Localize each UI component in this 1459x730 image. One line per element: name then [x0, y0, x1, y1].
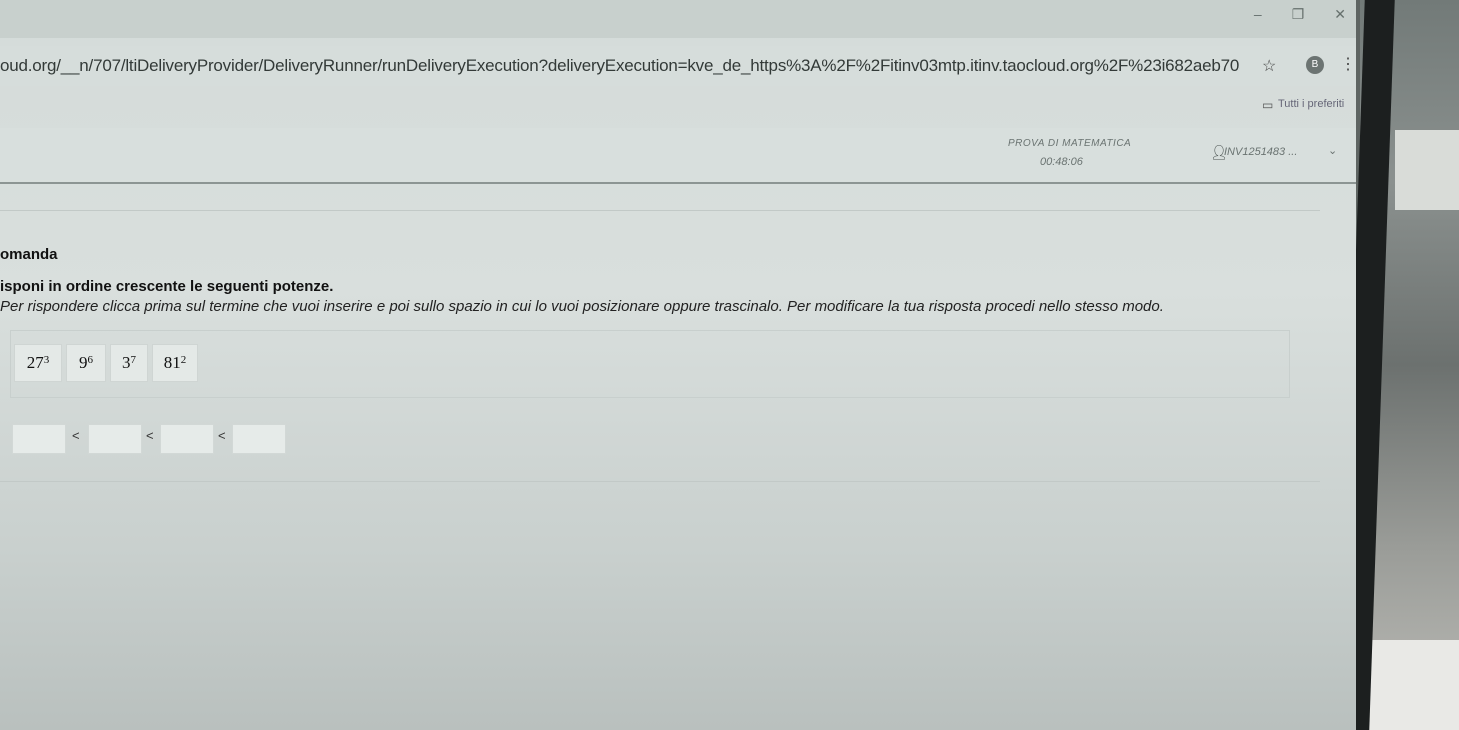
answer-slot-3[interactable]: [160, 424, 214, 454]
folder-icon[interactable]: ▭: [1262, 98, 1273, 112]
close-icon[interactable]: ✕: [1334, 6, 1346, 30]
choice-3-7[interactable]: 37: [110, 344, 148, 382]
chevron-down-icon[interactable]: ⌄: [1328, 144, 1337, 157]
test-header: PROVA DI MATEMATICA 00:48:06 👤︎ INV12514…: [0, 128, 1356, 184]
url-text[interactable]: oud.org/__n/707/ltiDeliveryProvider/Deli…: [0, 56, 1240, 76]
monitor-screen: – ❐ ✕ oud.org/__n/707/ltiDeliveryProvide…: [0, 0, 1356, 730]
less-than-sign: <: [218, 428, 226, 443]
bookmarks-bar: ▭ Tutti i preferiti: [0, 92, 1356, 120]
choice-exponent: 7: [130, 354, 137, 366]
browser-titlebar: – ❐ ✕: [0, 0, 1356, 38]
less-than-sign: <: [72, 428, 80, 443]
choice-81-2[interactable]: 81 2: [152, 344, 198, 382]
restore-icon[interactable]: ❐: [1292, 6, 1305, 30]
choice-exponent: 2: [180, 354, 187, 366]
answer-slot-1[interactable]: [12, 424, 66, 454]
background-panel: [1395, 130, 1459, 210]
choice-base: 81: [163, 353, 181, 372]
choice-27-3[interactable]: 27 3: [14, 344, 62, 382]
choice-exponent: 6: [87, 354, 94, 366]
profile-icon[interactable]: B: [1306, 56, 1324, 74]
choice-9-6[interactable]: 96: [66, 344, 106, 382]
question-heading: omanda: [0, 246, 58, 263]
choice-base: 3: [122, 353, 131, 372]
question-instruction: isponi in ordine crescente le seguenti p…: [0, 278, 334, 295]
kebab-menu-icon[interactable]: ⋮: [1340, 54, 1356, 74]
address-bar[interactable]: oud.org/__n/707/ltiDeliveryProvider/Deli…: [0, 46, 1356, 86]
less-than-sign: <: [146, 428, 154, 443]
choice-base: 9: [79, 353, 88, 372]
choices-area: [10, 330, 1290, 398]
answer-slot-4[interactable]: [232, 424, 286, 454]
timer: 00:48:06: [1040, 156, 1083, 168]
all-bookmarks-link[interactable]: Tutti i preferiti: [1278, 98, 1344, 110]
test-title: PROVA DI MATEMATICA: [1008, 138, 1132, 149]
choice-base: 27: [26, 353, 44, 372]
question-hint: Per rispondere clicca prima sul termine …: [0, 298, 1164, 315]
choice-exponent: 3: [43, 354, 50, 366]
star-icon[interactable]: ☆: [1262, 56, 1276, 76]
minimize-icon[interactable]: –: [1254, 6, 1262, 30]
user-name[interactable]: INV1251483 ...: [1224, 146, 1297, 158]
answer-slot-2[interactable]: [88, 424, 142, 454]
window-controls: – ❐ ✕: [1254, 6, 1356, 30]
